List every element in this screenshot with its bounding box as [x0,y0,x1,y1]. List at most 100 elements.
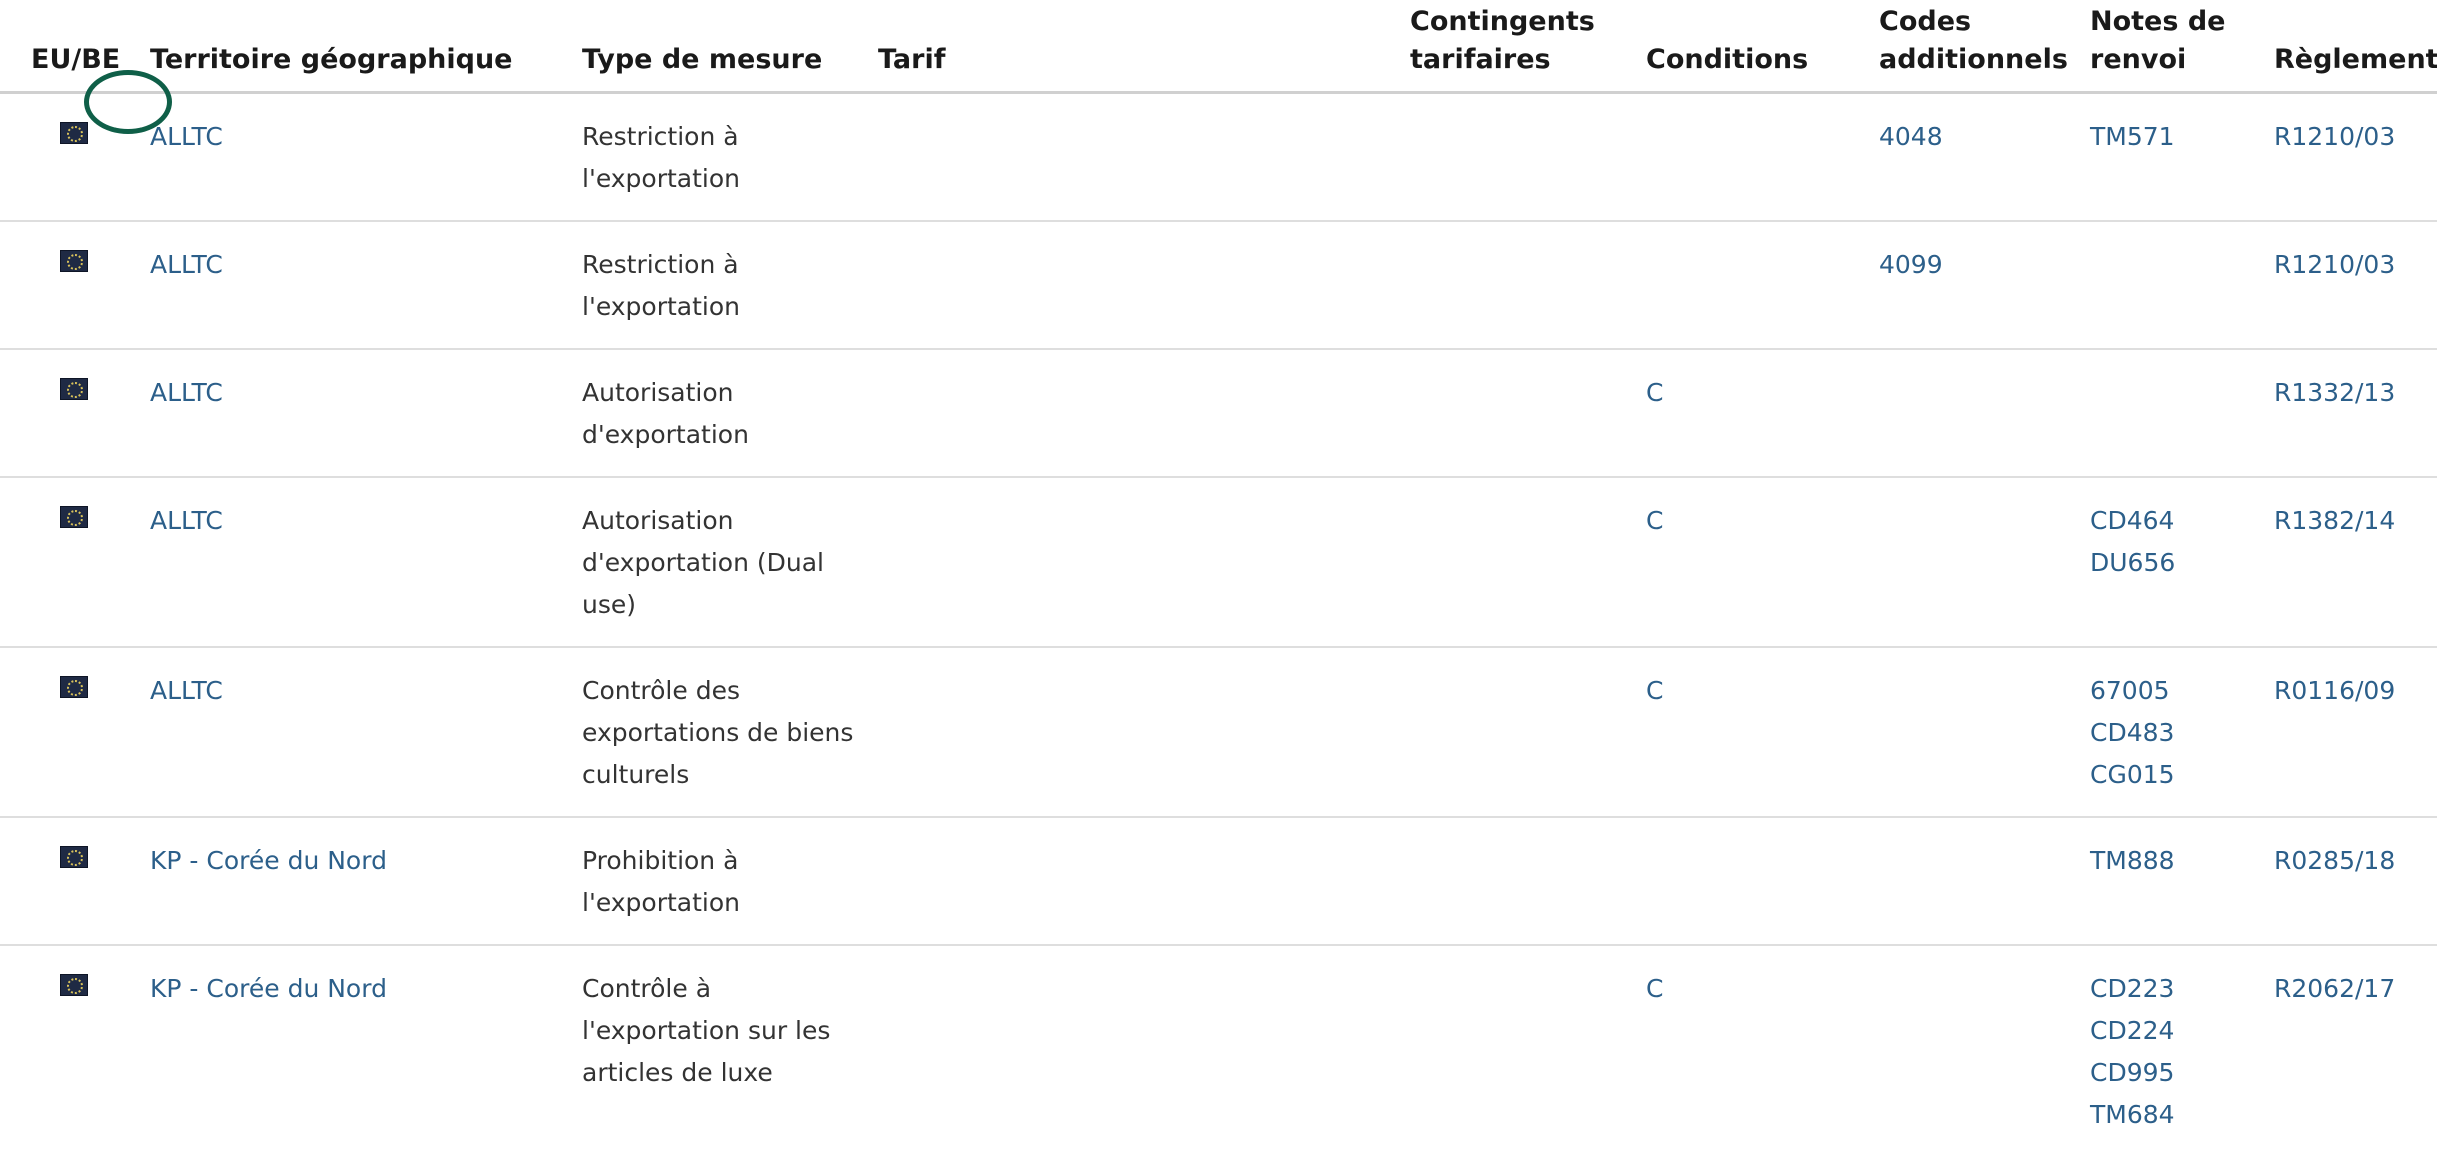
eu-be-cell [0,348,150,478]
conditions-cell: C [1646,348,1879,478]
additional-code-link[interactable]: 4099 [1879,244,2078,286]
regulation-link[interactable]: R2062/17 [2274,968,2425,1010]
tariff-cell [878,476,1410,648]
table-row: KP - Corée du Nord Prohibition à l'exporta… [0,816,2437,946]
footnote-link[interactable]: CD464 [2090,500,2262,542]
territory-link[interactable]: ALLTC [150,670,570,712]
measure-type-cell: Restriction à l'exportation [582,92,878,222]
measure-type-line: l'exportation [582,291,741,321]
footnote-link[interactable]: CD995 [2090,1052,2262,1094]
regulation-link[interactable]: R1210/03 [2274,116,2425,158]
eu-flag-icon [60,845,88,868]
header-footnotes-line1: Notes de [2090,5,2226,37]
conditions-cell [1646,816,1879,946]
footnote-link[interactable]: CD224 [2090,1010,2262,1052]
header-eu-be: EU/BE [0,0,150,94]
footnote-link[interactable]: TM571 [2090,116,2262,158]
additional-codes-cell [1879,348,2090,478]
regulation-cell: R1382/14 [2274,476,2437,648]
regulation-cell: R1332/13 [2274,348,2437,478]
footnote-link[interactable]: DU656 [2090,542,2262,584]
conditions-link[interactable]: C [1646,968,1867,1010]
territory-cell: ALLTC [150,220,582,350]
header-tariff-quotas-line2: tarifaires [1410,43,1551,75]
eu-be-cell [0,220,150,350]
regulation-link[interactable]: R1382/14 [2274,500,2425,542]
header-tariff-quotas: Contingents tarifaires [1410,0,1646,94]
territory-cell: ALLTC [150,348,582,478]
tariff-quotas-cell [1410,945,1646,1156]
table-body: ALLTC Restriction à l'exportation 4048 TM571… [0,92,2437,1156]
footnotes-cell: CD464 DU656 [2090,476,2274,648]
footnote-link[interactable]: CD223 [2090,968,2262,1010]
tariff-quotas-cell [1410,816,1646,946]
conditions-link[interactable]: C [1646,372,1867,414]
conditions-link[interactable]: C [1646,500,1867,542]
header-conditions: Conditions [1646,0,1879,94]
territory-link[interactable]: KP - Corée du Nord [150,968,570,1010]
header-tariff: Tarif [878,0,1410,94]
eu-flag-icon [60,973,88,996]
additional-codes-cell: 4099 [1879,220,2090,350]
territory-link[interactable]: ALLTC [150,372,570,414]
regulation-link[interactable]: R0285/18 [2274,840,2425,882]
table-row: ALLTC Restriction à l'exportation 4048 TM571… [0,92,2437,222]
regulation-link[interactable]: R0116/09 [2274,670,2425,712]
territory-cell: ALLTC [150,476,582,648]
measure-type-line: culturels [582,759,690,789]
regulation-cell: R0285/18 [2274,816,2437,946]
tariff-cell [878,646,1410,818]
footnotes-cell: TM888 [2090,816,2274,946]
footnote-link[interactable]: CD483 [2090,712,2262,754]
conditions-cell: C [1646,646,1879,818]
tariff-quotas-cell [1410,220,1646,350]
measure-type-cell: Contrôle des exportations de biens culture… [582,646,878,818]
measure-type-cell: Restriction à l'exportation [582,220,878,350]
header-territory: Territoire géographique [150,0,582,94]
territory-link[interactable]: ALLTC [150,244,570,286]
footnote-link[interactable]: TM684 [2090,1094,2262,1136]
eu-be-cell [0,816,150,946]
footnote-link[interactable]: CG015 [2090,754,2262,796]
conditions-cell [1646,92,1879,222]
footnote-link[interactable]: 67005 [2090,670,2262,712]
regulation-cell: R1210/03 [2274,92,2437,222]
tariff-quotas-cell [1410,92,1646,222]
table-row: ALLTC Contrôle des exportations de biens cu… [0,646,2437,818]
territory-cell: KP - Corée du Nord [150,945,582,1156]
measure-type-line: Prohibition à [582,845,739,875]
additional-code-link[interactable]: 4048 [1879,116,2078,158]
conditions-link[interactable]: C [1646,670,1867,712]
territory-cell: ALLTC [150,646,582,818]
measure-type-line: articles de luxe [582,1057,773,1087]
measure-type-line: Restriction à [582,249,739,279]
tariff-quotas-cell [1410,476,1646,648]
measure-type-line: l'exportation [582,887,741,917]
territory-link[interactable]: ALLTC [150,500,570,542]
measure-type-cell: Contrôle à l'exportation sur les articles … [582,945,878,1156]
table-row: KP - Corée du Nord Contrôle à l'exportatio… [0,945,2437,1156]
regulation-link[interactable]: R1210/03 [2274,244,2425,286]
additional-codes-cell: 4048 [1879,92,2090,222]
table-header-row: EU/BE Territoire géographique Type de me… [0,0,2437,94]
eu-be-cell [0,476,150,648]
measure-type-line: Contrôle des [582,675,740,705]
territory-link[interactable]: KP - Corée du Nord [150,840,570,882]
eu-flag-icon [60,249,88,272]
eu-be-cell [0,646,150,818]
additional-codes-cell [1879,646,2090,818]
tariff-cell [878,816,1410,946]
header-footnotes: Notes de renvoi [2090,0,2274,94]
header-additional-codes-line1: Codes [1879,5,1972,37]
territory-link[interactable]: ALLTC [150,116,570,158]
footnote-link[interactable]: TM888 [2090,840,2262,882]
tariff-quotas-cell [1410,348,1646,478]
table-row: ALLTC Restriction à l'exportation 4099 R1210… [0,220,2437,350]
conditions-cell: C [1646,476,1879,648]
table-row: ALLTC Autorisation d'exportation (Dual use)… [0,476,2437,648]
eu-flag-icon [60,675,88,698]
header-tariff-quotas-line1: Contingents [1410,5,1595,37]
regulation-link[interactable]: R1332/13 [2274,372,2425,414]
measure-type-line: Autorisation [582,505,734,535]
eu-flag-icon [60,377,88,400]
